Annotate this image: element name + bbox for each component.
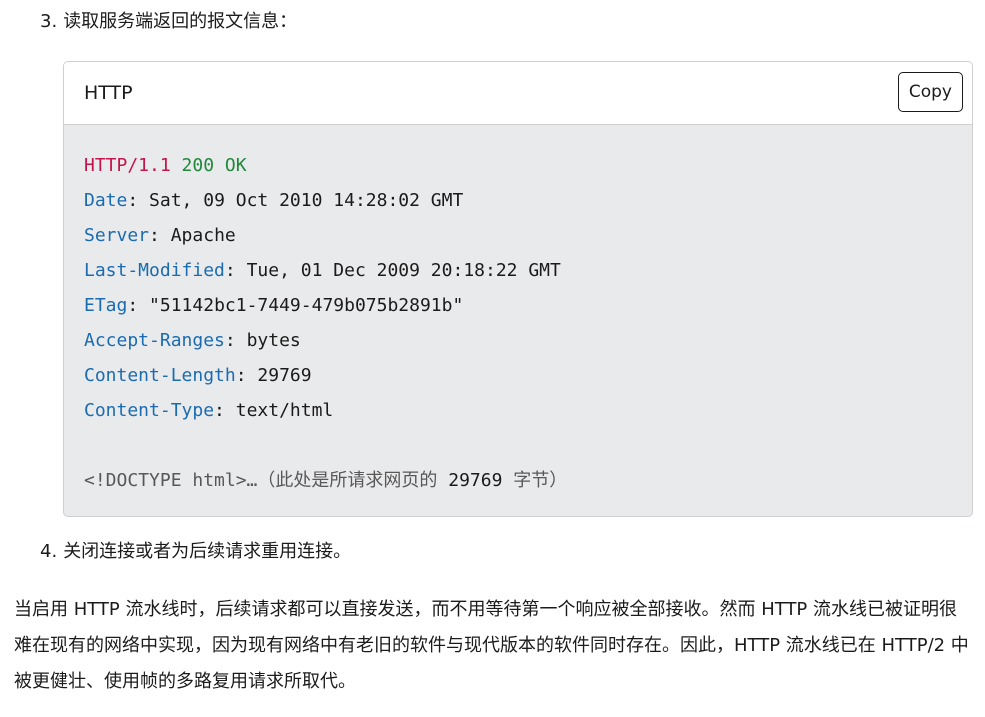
list-item-text: 关闭连接或者为后续请求重用连接。 (63, 541, 352, 562)
header-value: 29769 (257, 365, 312, 386)
body-byte-count: 29769 (448, 470, 503, 491)
http-header-line: Content-Type: text/html (84, 400, 334, 421)
http-status-line: HTTP/1.1 200 OK (84, 148, 952, 183)
header-name: Content-Length (84, 365, 236, 386)
http-header-line: Server: Apache (84, 225, 236, 246)
list-number: 4. (40, 541, 58, 562)
header-name: Server (84, 225, 150, 246)
header-name: Accept-Ranges (84, 330, 225, 351)
header-name: Content-Type (84, 400, 215, 421)
list-item-step-3: 3. 读取服务端返回的报文信息： (40, 10, 297, 34)
header-value: Sat, 09 Oct 2010 14:28:02 GMT (149, 190, 464, 211)
code-block: HTTP Copy HTTP/1.1 200 OK Date: Sat, 09 … (63, 61, 973, 517)
header-name: Last-Modified (84, 260, 225, 281)
header-value: "51142bc1-7449-479b075b2891b" (149, 295, 464, 316)
http-status: 200 OK (181, 155, 247, 176)
code-language-label: HTTP (84, 82, 133, 104)
http-protocol: HTTP/1.1 (84, 155, 171, 176)
code-block-header: HTTP Copy (64, 62, 972, 125)
http-header-line: Last-Modified: Tue, 01 Dec 2009 20:18:22… (84, 260, 561, 281)
list-item-step-4: 4. 关闭连接或者为后续请求重用连接。 (40, 540, 351, 564)
header-value: bytes (246, 330, 301, 351)
list-item-text: 读取服务端返回的报文信息： (63, 11, 298, 32)
header-name: Date (84, 190, 128, 211)
body-prefix: <!DOCTYPE html>…（此处是所请求网页的 (84, 470, 449, 491)
header-name: ETag (84, 295, 128, 316)
http-header-line: ETag: "51142bc1-7449-479b075b2891b" (84, 295, 464, 316)
http-header-line: Date: Sat, 09 Oct 2010 14:28:02 GMT (84, 190, 464, 211)
http-body-line: <!DOCTYPE html>…（此处是所请求网页的 29769 字节） (84, 463, 952, 498)
http-header-line: Accept-Ranges: bytes (84, 330, 301, 351)
header-value: Apache (170, 225, 236, 246)
header-value: text/html (235, 400, 334, 421)
http-header-line: Content-Length: 29769 (84, 365, 312, 386)
copy-button[interactable]: Copy (897, 72, 963, 112)
list-number: 3. (40, 11, 58, 32)
header-value: Tue, 01 Dec 2009 20:18:22 GMT (246, 260, 561, 281)
code-content: HTTP/1.1 200 OK Date: Sat, 09 Oct 2010 1… (64, 125, 972, 498)
body-suffix: 字节） (502, 470, 568, 491)
body-paragraph: 当启用 HTTP 流水线时，后续请求都可以直接发送，而不用等待第一个响应被全部接… (14, 599, 969, 692)
